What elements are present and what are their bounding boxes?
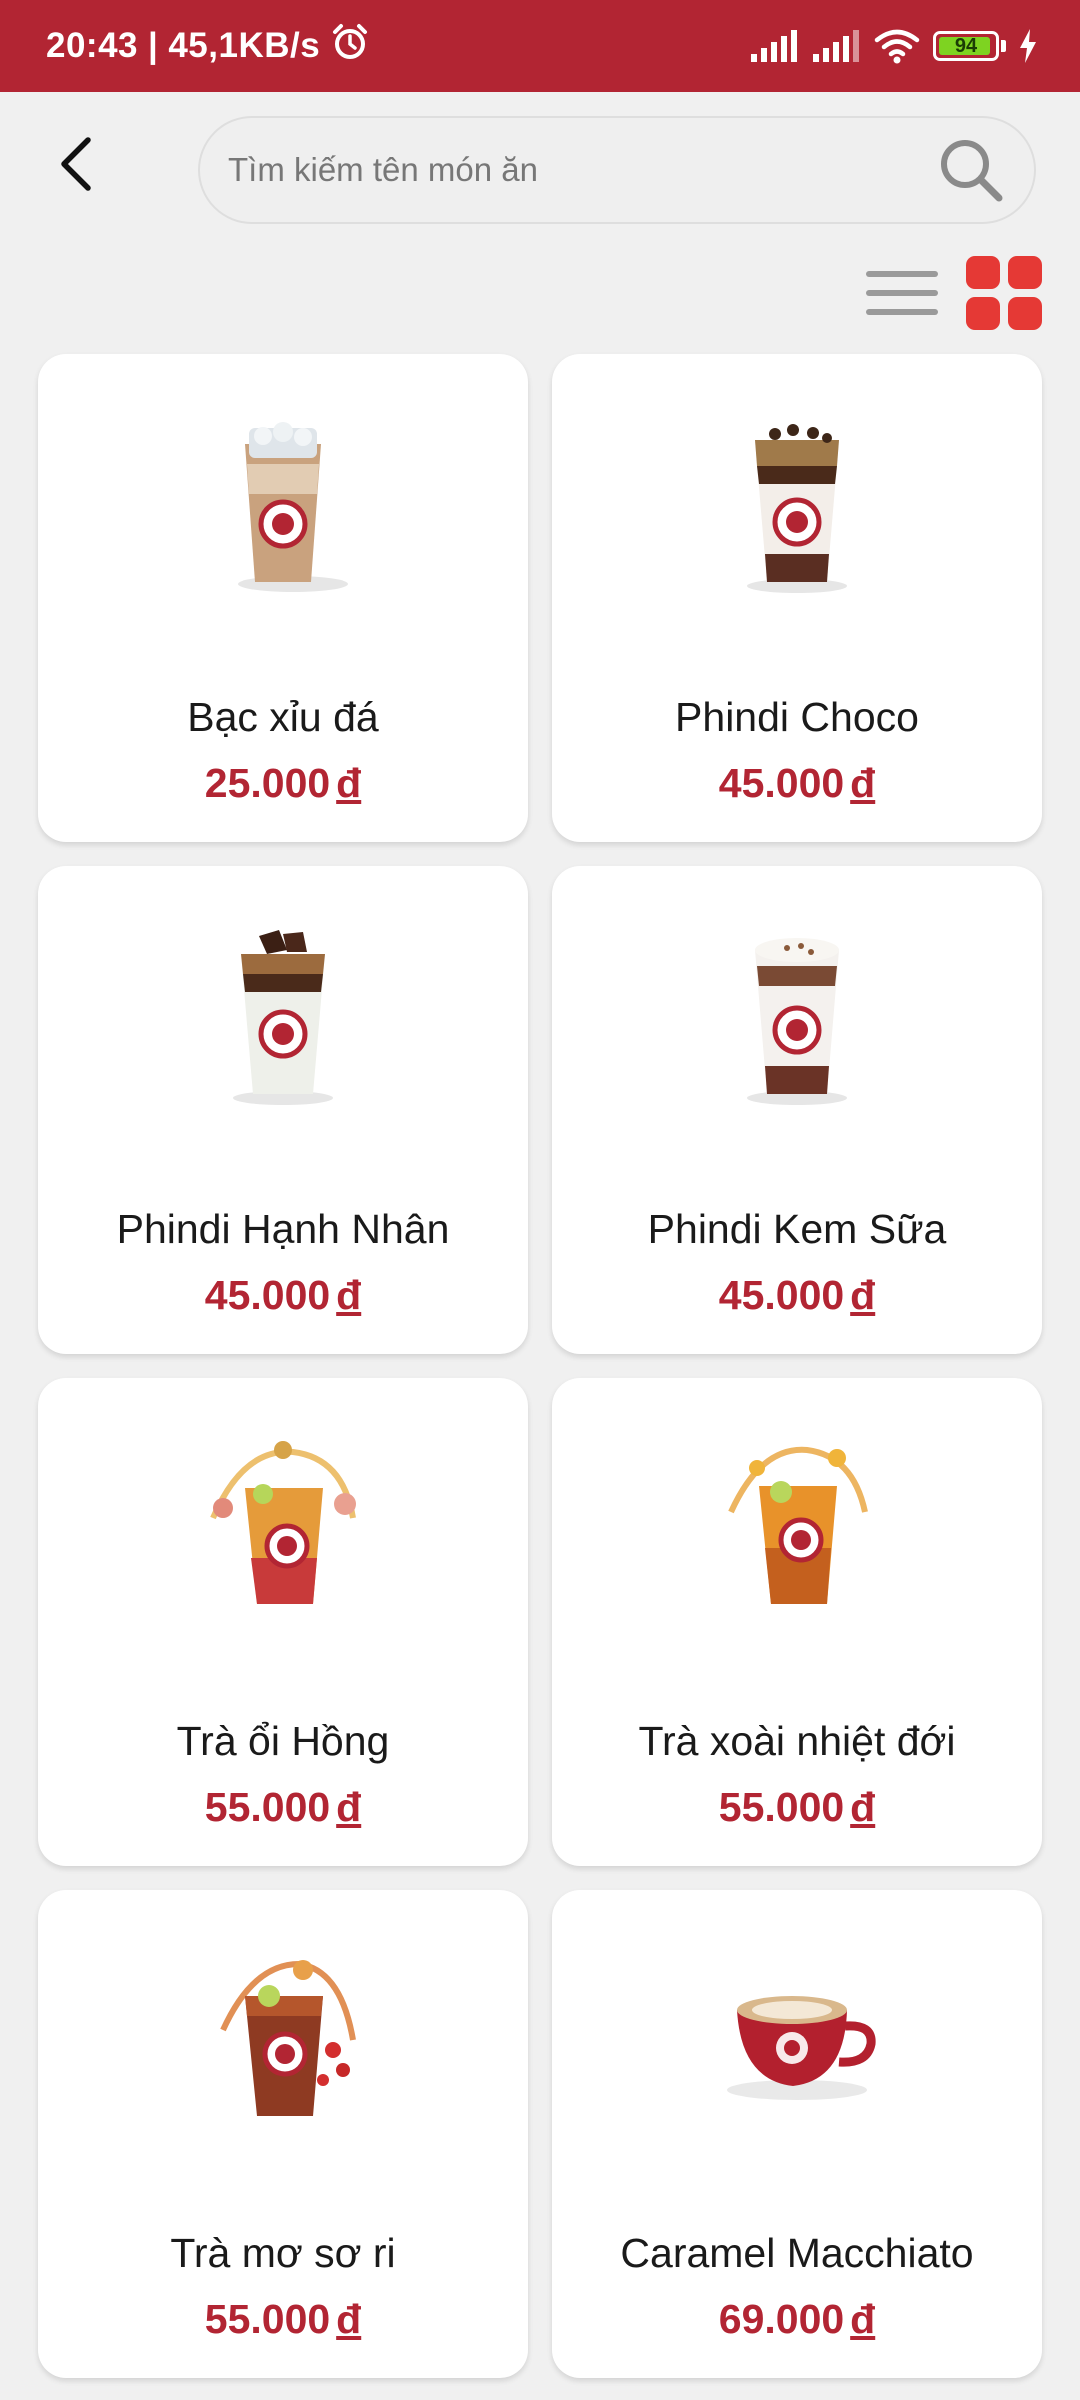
price-amount: 55.000: [204, 1784, 331, 1830]
grid-cell: [1008, 297, 1042, 330]
grid-cell: [966, 297, 1000, 330]
product-card[interactable]: Trà ổi Hồng 55.000 đ: [38, 1378, 528, 1866]
product-card[interactable]: Caramel Macchiato 69.000 đ: [552, 1890, 1042, 2378]
price-currency: đ: [850, 1784, 876, 1830]
price-amount: 45.000: [718, 1272, 845, 1318]
battery-level: 94: [954, 34, 978, 57]
product-name: Phindi Hạnh Nhân: [116, 1206, 450, 1252]
price-currency: đ: [336, 2296, 362, 2342]
status-separator: |: [148, 26, 159, 65]
price-currency: đ: [336, 1784, 362, 1830]
product-price: 25.000 đ: [38, 760, 528, 807]
grid-cell: [1008, 256, 1042, 289]
search-box[interactable]: [198, 116, 1036, 224]
price-amount: 45.000: [204, 1272, 331, 1318]
price-currency: đ: [336, 760, 362, 806]
price-amount: 55.000: [718, 1784, 845, 1830]
product-grid: Bạc xỉu đá 25.000 đ Phindi Choco 45.000 đ: [38, 354, 1042, 2378]
price-amount: 45.000: [718, 760, 845, 806]
product-price: 69.000 đ: [552, 2296, 1042, 2343]
guava-tea-image: [173, 1418, 393, 1638]
product-name: Bạc xỉu đá: [187, 694, 379, 740]
product-price: 45.000 đ: [38, 1272, 528, 1319]
list-line: [866, 309, 938, 315]
iced-latte-image: [173, 394, 393, 614]
price-amount: 69.000: [718, 2296, 845, 2342]
product-price: 45.000 đ: [552, 1272, 1042, 1319]
view-toggle: [864, 256, 1042, 330]
product-price: 55.000 đ: [38, 2296, 528, 2343]
search-icon[interactable]: [936, 135, 1006, 205]
mango-tea-image: [687, 1418, 907, 1638]
status-network-speed: 45,1KB/s: [168, 26, 321, 65]
phindi-choco-image: [687, 394, 907, 614]
wifi-icon: [873, 28, 921, 64]
product-name: Phindi Choco: [675, 694, 919, 740]
product-card[interactable]: Phindi Kem Sữa 45.000 đ: [552, 866, 1042, 1354]
phindi-cream-image: [687, 906, 907, 1126]
price-currency: đ: [850, 2296, 876, 2342]
list-line: [866, 271, 938, 277]
status-bar: 20:43 | 45,1KB/s 94: [0, 0, 1080, 92]
price-amount: 55.000: [204, 2296, 331, 2342]
product-name: Caramel Macchiato: [620, 2230, 974, 2276]
price-currency: đ: [850, 1272, 876, 1318]
product-price: 55.000 đ: [38, 1784, 528, 1831]
product-card[interactable]: Bạc xỉu đá 25.000 đ: [38, 354, 528, 842]
signal-icon-secondary: [811, 30, 861, 62]
back-button[interactable]: [40, 128, 112, 200]
chevron-left-icon: [61, 137, 91, 191]
product-name: Trà ổi Hồng: [176, 1718, 390, 1764]
list-view-button[interactable]: [864, 265, 940, 321]
apricot-cherry-tea-image: [173, 1930, 393, 2150]
signal-icon: [749, 30, 799, 62]
price-currency: đ: [850, 760, 876, 806]
status-time: 20:43: [46, 26, 139, 65]
product-card[interactable]: Trà xoài nhiệt đới 55.000 đ: [552, 1378, 1042, 1866]
grid-cell: [966, 256, 1000, 289]
status-left: 20:43 | 45,1KB/s: [46, 22, 370, 71]
top-bar: [0, 92, 1080, 244]
product-price: 45.000 đ: [552, 760, 1042, 807]
product-name: Trà mơ sơ ri: [170, 2230, 396, 2276]
product-price: 55.000 đ: [552, 1784, 1042, 1831]
product-card[interactable]: Phindi Hạnh Nhân 45.000 đ: [38, 866, 528, 1354]
status-right: 94: [749, 28, 1038, 64]
price-currency: đ: [336, 1272, 362, 1318]
product-name: Phindi Kem Sữa: [647, 1206, 947, 1252]
search-input[interactable]: [228, 151, 936, 189]
product-card[interactable]: Trà mơ sơ ri 55.000 đ: [38, 1890, 528, 2378]
alarm-icon: [330, 22, 370, 71]
phindi-almond-image: [173, 906, 393, 1126]
battery-icon: 94: [933, 31, 999, 61]
price-amount: 25.000: [204, 760, 331, 806]
macchiato-mug-image: [687, 1930, 907, 2150]
grid-view-button[interactable]: [966, 256, 1042, 330]
battery-tip: [1001, 40, 1006, 52]
list-line: [866, 290, 938, 296]
product-card[interactable]: Phindi Choco 45.000 đ: [552, 354, 1042, 842]
charging-icon: [1018, 29, 1038, 63]
product-name: Trà xoài nhiệt đới: [638, 1718, 956, 1764]
